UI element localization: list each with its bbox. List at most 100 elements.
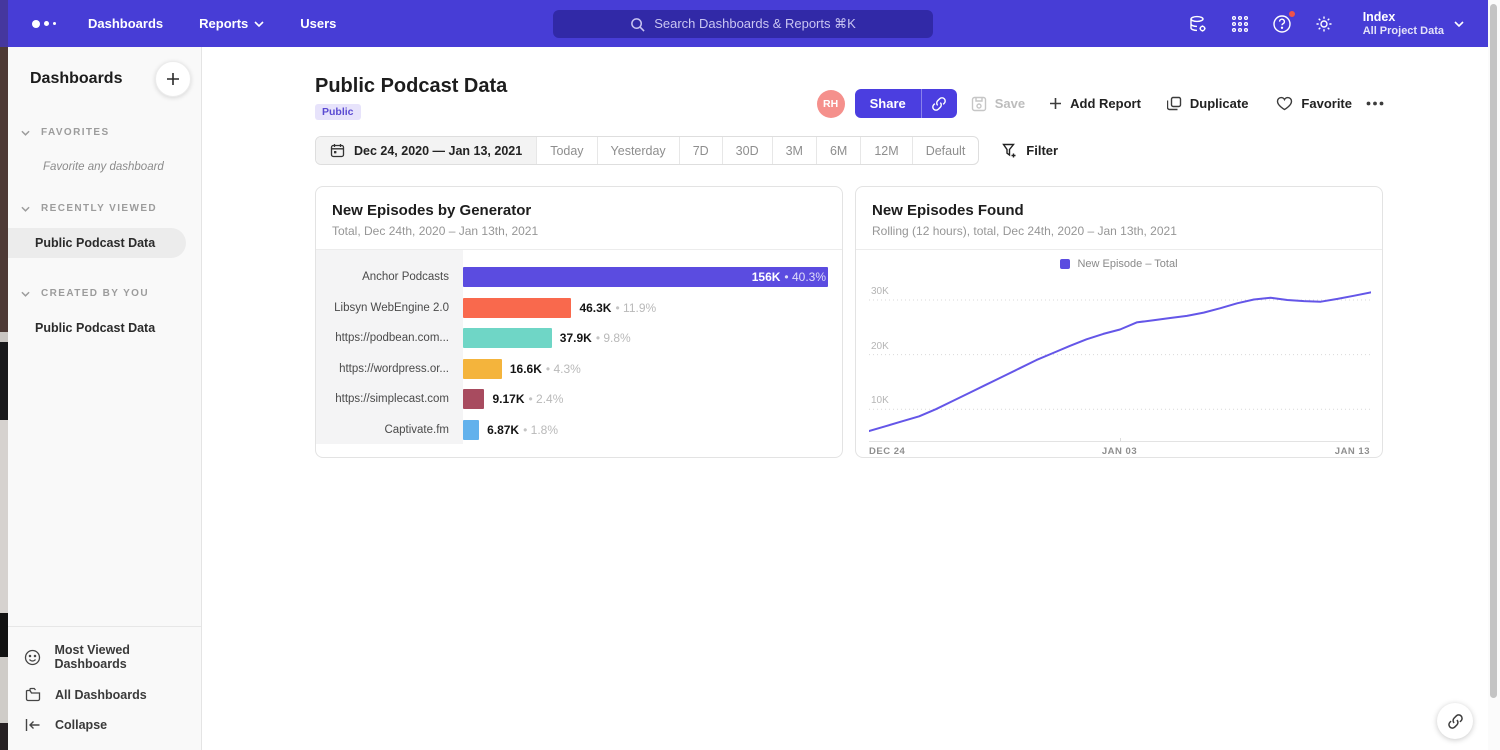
- top-nav: Dashboards Reports Users Search Dashboar…: [8, 0, 1488, 47]
- add-dashboard-button[interactable]: [155, 61, 191, 97]
- sidebar: Dashboards FAVORITES Favorite any dashbo…: [8, 47, 202, 750]
- bar-chart: Anchor Podcasts 156K40.3% Libsyn WebEngi…: [316, 250, 842, 457]
- y-axis-tick-label: 30K: [871, 286, 889, 297]
- page-title: Public Podcast Data: [315, 75, 507, 98]
- smiley-icon: [24, 649, 41, 666]
- date-range-group: Dec 24, 2020 — Jan 13, 2021 Today Yester…: [315, 136, 979, 165]
- sidebar-section-created-by-you[interactable]: CREATED BY YOU: [8, 288, 201, 299]
- quick-range-30d[interactable]: 30D: [722, 137, 772, 164]
- add-report-button[interactable]: Add Report: [1049, 96, 1141, 111]
- chevron-down-icon: [21, 206, 30, 212]
- scrollbar-track[interactable]: [1488, 0, 1500, 750]
- bar[interactable]: [463, 389, 484, 409]
- project-scope: All Project Data: [1363, 25, 1444, 38]
- share-link-button[interactable]: [921, 89, 957, 118]
- collapse-sidebar-button[interactable]: Collapse: [8, 710, 201, 740]
- x-axis-tick-label: JAN 13: [1335, 446, 1370, 457]
- chevron-down-icon: [21, 130, 30, 136]
- x-axis-tick-label: JAN 03: [1102, 446, 1137, 457]
- search-placeholder: Search Dashboards & Reports ⌘K: [654, 16, 856, 32]
- bar-row: Captivate.fm 6.87K1.8%: [316, 415, 842, 446]
- bar-row: Libsyn WebEngine 2.0 46.3K11.9%: [316, 293, 842, 324]
- y-axis-tick-label: 10K: [871, 395, 889, 406]
- calendar-icon: [330, 143, 345, 158]
- date-range-picker[interactable]: Dec 24, 2020 — Jan 13, 2021: [316, 137, 536, 164]
- chart-subtitle: Rolling (12 hours), total, Dec 24th, 202…: [872, 224, 1366, 238]
- x-axis-tick-label: DEC 24: [869, 446, 905, 457]
- folder-icon: [24, 687, 42, 702]
- date-controls: Dec 24, 2020 — Jan 13, 2021 Today Yester…: [315, 136, 1058, 165]
- settings-gear-icon[interactable]: [1313, 13, 1335, 35]
- share-button[interactable]: Share: [855, 89, 921, 118]
- more-dots-icon: [1366, 101, 1384, 106]
- data-sources-icon[interactable]: [1187, 13, 1209, 35]
- project-name: Index: [1363, 10, 1444, 25]
- dashboard-actions: RH Share Save Add Report: [817, 89, 1384, 118]
- plot-area: 10K 20K 30K: [869, 282, 1370, 442]
- bar[interactable]: [463, 328, 552, 348]
- share-button-group: Share: [855, 89, 957, 118]
- copy-icon: [1167, 96, 1182, 111]
- collapse-arrow-icon: [24, 718, 42, 732]
- quick-range-12m[interactable]: 12M: [860, 137, 911, 164]
- legend-label: New Episode – Total: [1077, 258, 1177, 270]
- nav-item-users[interactable]: Users: [300, 16, 336, 31]
- y-axis-tick-label: 20K: [871, 341, 889, 352]
- plus-icon: [1049, 97, 1062, 110]
- app-logo-icon[interactable]: [32, 20, 56, 28]
- most-viewed-dashboards-button[interactable]: Most Viewed Dashboards: [8, 635, 201, 679]
- quick-range-default[interactable]: Default: [912, 137, 979, 164]
- bar-row: Anchor Podcasts 156K40.3%: [316, 262, 842, 293]
- search-icon: [630, 17, 645, 32]
- bar-row: https://wordpress.or... 16.6K4.3%: [316, 354, 842, 385]
- chevron-down-icon: [1454, 21, 1464, 27]
- sidebar-item-public-podcast-data[interactable]: Public Podcast Data: [8, 228, 186, 258]
- all-dashboards-button[interactable]: All Dashboards: [8, 679, 201, 710]
- report-card-new-episodes-found[interactable]: New Episodes Found Rolling (12 hours), t…: [855, 186, 1383, 458]
- nav-item-reports[interactable]: Reports: [199, 16, 264, 31]
- favorites-empty-hint: Favorite any dashboard: [43, 161, 201, 173]
- x-axis-labels: DEC 24 JAN 03 JAN 13: [869, 446, 1370, 457]
- chevron-down-icon: [21, 291, 30, 297]
- quick-range-today[interactable]: Today: [536, 137, 596, 164]
- public-badge: Public: [315, 104, 361, 120]
- bar[interactable]: [463, 298, 571, 318]
- line-chart: New Episode – Total 10K 20K 30K DEC 24 J…: [856, 250, 1382, 457]
- nav-item-dashboards[interactable]: Dashboards: [88, 16, 163, 31]
- quick-range-6m[interactable]: 6M: [816, 137, 860, 164]
- bar-row: https://simplecast.com 9.17K2.4%: [316, 384, 842, 415]
- favorite-button[interactable]: Favorite: [1276, 96, 1352, 111]
- bar[interactable]: [463, 359, 502, 379]
- nav-right-cluster: Index All Project Data: [1187, 10, 1488, 38]
- duplicate-button[interactable]: Duplicate: [1167, 96, 1249, 111]
- save-icon: [971, 96, 987, 112]
- data-line: [869, 292, 1371, 431]
- sidebar-section-recently-viewed[interactable]: RECENTLY VIEWED: [8, 203, 201, 214]
- avatar[interactable]: RH: [817, 90, 845, 118]
- desktop-edge-artifact: [0, 0, 8, 750]
- more-options-button[interactable]: [1366, 101, 1384, 106]
- report-card-new-episodes-by-generator[interactable]: New Episodes by Generator Total, Dec 24t…: [315, 186, 843, 458]
- legend-swatch: [1060, 259, 1070, 269]
- chart-legend: New Episode – Total: [856, 250, 1382, 278]
- bar[interactable]: [463, 420, 479, 440]
- chevron-down-icon: [254, 21, 264, 27]
- quick-range-7d[interactable]: 7D: [679, 137, 722, 164]
- quick-range-3m[interactable]: 3M: [772, 137, 816, 164]
- sidebar-title: Dashboards: [30, 70, 122, 88]
- sidebar-item-public-podcast-data-created[interactable]: Public Podcast Data: [8, 313, 201, 343]
- help-icon[interactable]: [1271, 13, 1293, 35]
- apps-grid-icon[interactable]: [1229, 13, 1251, 35]
- scrollbar-thumb[interactable]: [1490, 4, 1497, 698]
- filter-button[interactable]: Filter: [1002, 143, 1058, 159]
- save-button[interactable]: Save: [971, 96, 1025, 112]
- chart-title: New Episodes by Generator: [332, 202, 826, 219]
- chart-subtitle: Total, Dec 24th, 2020 – Jan 13th, 2021: [332, 224, 826, 238]
- quick-range-yesterday[interactable]: Yesterday: [597, 137, 679, 164]
- x-axis-tick: [1120, 438, 1121, 442]
- sidebar-section-favorites[interactable]: FAVORITES: [8, 127, 201, 138]
- search-input[interactable]: Search Dashboards & Reports ⌘K: [553, 10, 933, 38]
- filter-funnel-icon: [1002, 143, 1018, 159]
- project-selector[interactable]: Index All Project Data: [1363, 10, 1464, 38]
- floating-share-link-button[interactable]: [1437, 703, 1473, 739]
